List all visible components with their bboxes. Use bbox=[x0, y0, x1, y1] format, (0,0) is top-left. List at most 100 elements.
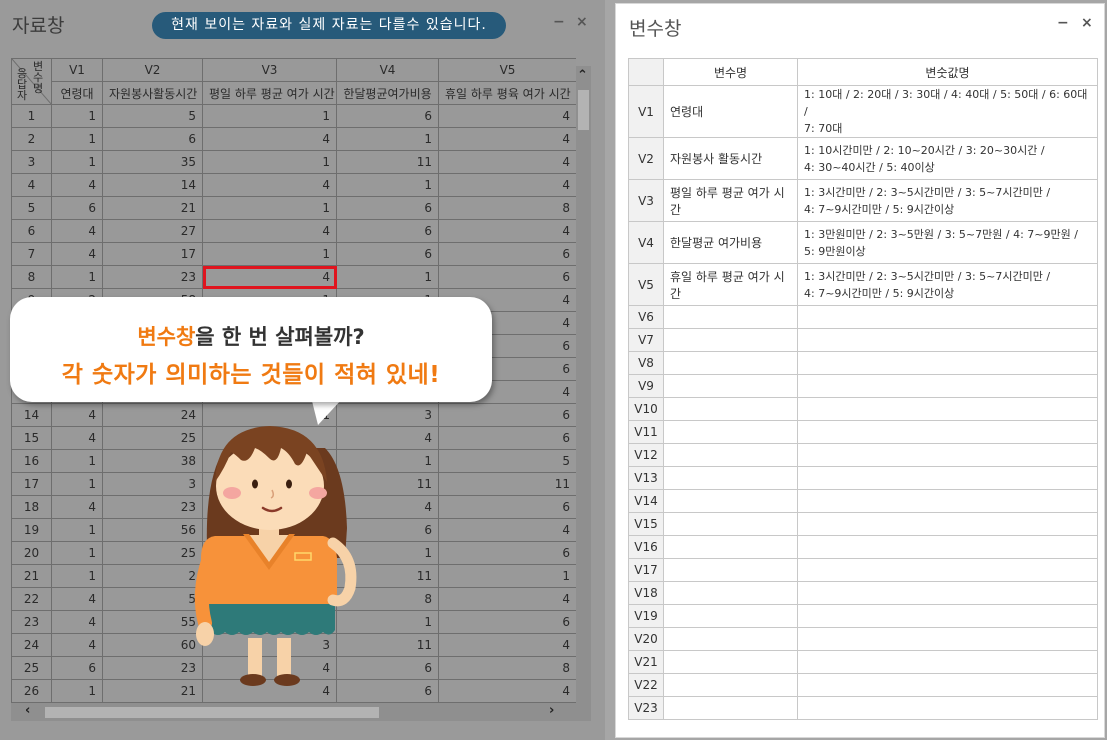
data-cell[interactable]: 11 bbox=[438, 472, 576, 496]
variable-values-cell[interactable] bbox=[797, 673, 1098, 697]
column-id-header[interactable]: V4 bbox=[336, 58, 439, 82]
vertical-scroll-thumb[interactable] bbox=[578, 90, 589, 130]
variable-name-cell[interactable] bbox=[663, 627, 798, 651]
row-number-cell[interactable]: 24 bbox=[11, 633, 52, 657]
row-number-cell[interactable]: 8 bbox=[11, 265, 52, 289]
data-cell[interactable]: 4 bbox=[438, 150, 576, 174]
table-row[interactable]: 7 4 17 1 6 6 bbox=[11, 242, 576, 266]
table-row[interactable]: 115164 bbox=[11, 104, 576, 128]
row-number-cell[interactable]: 23 bbox=[11, 610, 52, 634]
horizontal-scrollbar[interactable]: ‹ › bbox=[11, 703, 591, 721]
data-cell[interactable]: 6 bbox=[438, 610, 576, 634]
row-number-cell[interactable]: 3 bbox=[11, 150, 52, 174]
variable-values-cell[interactable] bbox=[797, 489, 1098, 513]
variable-values-cell[interactable]: 1: 10대 / 2: 20대 / 3: 30대 / 4: 40대 / 5: 5… bbox=[797, 85, 1098, 138]
data-cell[interactable]: 6 bbox=[438, 242, 576, 266]
data-cell[interactable]: 4 bbox=[51, 495, 103, 519]
data-cell[interactable]: 4 bbox=[438, 518, 576, 542]
variable-row[interactable]: V2 자원봉사 활동시간 1: 10시간미만 / 2: 10~20시간 / 3: 2… bbox=[628, 137, 1098, 180]
variable-values-cell[interactable] bbox=[797, 397, 1098, 421]
data-cell[interactable]: 1 bbox=[336, 265, 439, 289]
variable-values-cell[interactable] bbox=[797, 305, 1098, 329]
data-cell[interactable]: 4 bbox=[438, 173, 576, 197]
data-cell[interactable]: 35 bbox=[102, 150, 203, 174]
data-cell[interactable]: 1 bbox=[51, 104, 103, 128]
column-id-header[interactable]: V5 bbox=[438, 58, 576, 82]
variable-name-cell[interactable] bbox=[663, 374, 798, 398]
variable-values-cell[interactable] bbox=[797, 512, 1098, 536]
data-cell[interactable]: 1 bbox=[336, 173, 439, 197]
variable-name-cell[interactable] bbox=[663, 466, 798, 490]
row-number-cell[interactable]: 6 bbox=[11, 219, 52, 243]
data-cell[interactable]: 1 bbox=[51, 472, 103, 496]
data-cell[interactable]: 17 bbox=[102, 242, 203, 266]
row-number-cell[interactable]: 20 bbox=[11, 541, 52, 565]
row-number-cell[interactable]: 2 bbox=[11, 127, 52, 151]
variable-row[interactable]: V8 bbox=[628, 351, 1098, 375]
variable-name-cell[interactable] bbox=[663, 305, 798, 329]
variable-values-cell[interactable] bbox=[797, 604, 1098, 628]
data-cell[interactable]: 23 bbox=[102, 265, 203, 289]
row-number-cell[interactable]: 14 bbox=[11, 403, 52, 427]
data-cell[interactable]: 1 bbox=[51, 564, 103, 588]
data-cell[interactable]: 4 bbox=[51, 610, 103, 634]
vertical-scrollbar[interactable]: ⌃ bbox=[576, 66, 591, 703]
data-cell[interactable]: 6 bbox=[51, 196, 103, 220]
variable-name-cell[interactable] bbox=[663, 328, 798, 352]
variable-row[interactable]: V13 bbox=[628, 466, 1098, 490]
row-number-cell[interactable]: 7 bbox=[11, 242, 52, 266]
variable-row[interactable]: V15 bbox=[628, 512, 1098, 536]
data-cell[interactable]: 21 bbox=[102, 196, 203, 220]
data-cell[interactable]: 6 bbox=[438, 426, 576, 450]
variable-name-cell[interactable] bbox=[663, 351, 798, 375]
data-cell[interactable]: 6 bbox=[438, 403, 576, 427]
table-row[interactable]: 216414 bbox=[11, 127, 576, 151]
minimize-button[interactable]: − bbox=[553, 14, 565, 30]
row-number-cell[interactable]: 19 bbox=[11, 518, 52, 542]
variable-name-cell[interactable] bbox=[663, 489, 798, 513]
variable-values-cell[interactable] bbox=[797, 650, 1098, 674]
variable-name-cell[interactable]: 연령대 bbox=[663, 85, 798, 138]
table-row[interactable]: 6 4 27 4 6 4 bbox=[11, 219, 576, 243]
variable-name-cell[interactable] bbox=[663, 696, 798, 720]
data-cell[interactable]: 6 bbox=[438, 265, 576, 289]
variable-values-cell[interactable] bbox=[797, 535, 1098, 559]
data-cell[interactable]: 1 bbox=[51, 150, 103, 174]
data-cell[interactable]: 4 bbox=[202, 127, 337, 151]
data-cell[interactable]: 1 bbox=[51, 541, 103, 565]
table-row[interactable]: 4 4 14 4 1 4 bbox=[11, 173, 576, 197]
data-cell[interactable]: 4 bbox=[438, 104, 576, 128]
column-id-header[interactable]: V3 bbox=[202, 58, 337, 82]
variable-row[interactable]: V7 bbox=[628, 328, 1098, 352]
data-cell[interactable]: 6 bbox=[336, 104, 439, 128]
row-number-cell[interactable]: 15 bbox=[11, 426, 52, 450]
data-cell[interactable]: 14 bbox=[102, 173, 203, 197]
variable-row[interactable]: V14 bbox=[628, 489, 1098, 513]
variable-values-cell[interactable] bbox=[797, 328, 1098, 352]
data-cell[interactable]: 4 bbox=[51, 633, 103, 657]
data-cell[interactable]: 27 bbox=[102, 219, 203, 243]
data-cell[interactable]: 6 bbox=[438, 495, 576, 519]
variable-row[interactable]: V3 평일 하루 평균 여가 시간 1: 3시간미만 / 2: 3~5시간미만 / … bbox=[628, 179, 1098, 222]
data-cell[interactable]: 6 bbox=[336, 196, 439, 220]
data-cell[interactable]: 4 bbox=[51, 587, 103, 611]
variable-values-cell[interactable] bbox=[797, 558, 1098, 582]
data-cell[interactable]: 4 bbox=[202, 173, 337, 197]
variable-row[interactable]: V16 bbox=[628, 535, 1098, 559]
variable-name-cell[interactable] bbox=[663, 397, 798, 421]
data-cell[interactable]: 4 bbox=[51, 426, 103, 450]
variable-row[interactable]: V12 bbox=[628, 443, 1098, 467]
scroll-up-icon[interactable]: ⌃ bbox=[577, 68, 588, 83]
variable-name-cell[interactable]: 자원봉사 활동시간 bbox=[663, 137, 798, 180]
data-cell[interactable]: 4 bbox=[202, 219, 337, 243]
row-number-cell[interactable]: 21 bbox=[11, 564, 52, 588]
variable-row[interactable]: V20 bbox=[628, 627, 1098, 651]
table-row[interactable]: 8 1 23 4 1 6 bbox=[11, 265, 576, 289]
row-number-cell[interactable]: 25 bbox=[11, 656, 52, 680]
variable-name-cell[interactable] bbox=[663, 650, 798, 674]
data-cell[interactable]: 1 bbox=[202, 196, 337, 220]
variable-values-cell[interactable]: 1: 3시간미만 / 2: 3~5시간미만 / 3: 5~7시간미만 / 4: 7… bbox=[797, 263, 1098, 306]
data-cell[interactable]: 4 bbox=[438, 219, 576, 243]
variable-row[interactable]: V11 bbox=[628, 420, 1098, 444]
data-cell[interactable]: 4 bbox=[51, 173, 103, 197]
